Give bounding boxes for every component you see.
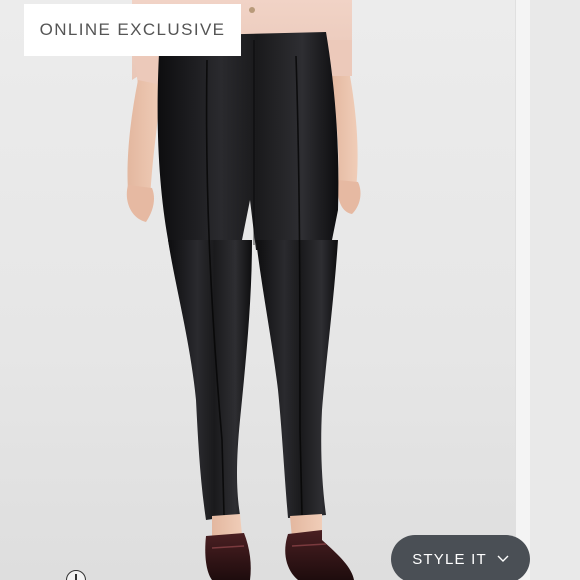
product-photo[interactable] [0, 0, 515, 580]
chevron-down-icon [497, 551, 509, 563]
next-image-preview[interactable] [515, 0, 580, 580]
next-image-thumbnail[interactable] [530, 0, 580, 580]
badge-label: ONLINE EXCLUSIVE [39, 20, 226, 39]
style-it-button[interactable]: STYLE IT [391, 535, 530, 580]
model-illustration [126, 0, 361, 580]
product-image-viewer: ONLINE EXCLUSIVE STYLE IT [0, 0, 580, 580]
style-it-label: STYLE IT [412, 550, 487, 568]
online-exclusive-badge: ONLINE EXCLUSIVE [24, 4, 241, 56]
